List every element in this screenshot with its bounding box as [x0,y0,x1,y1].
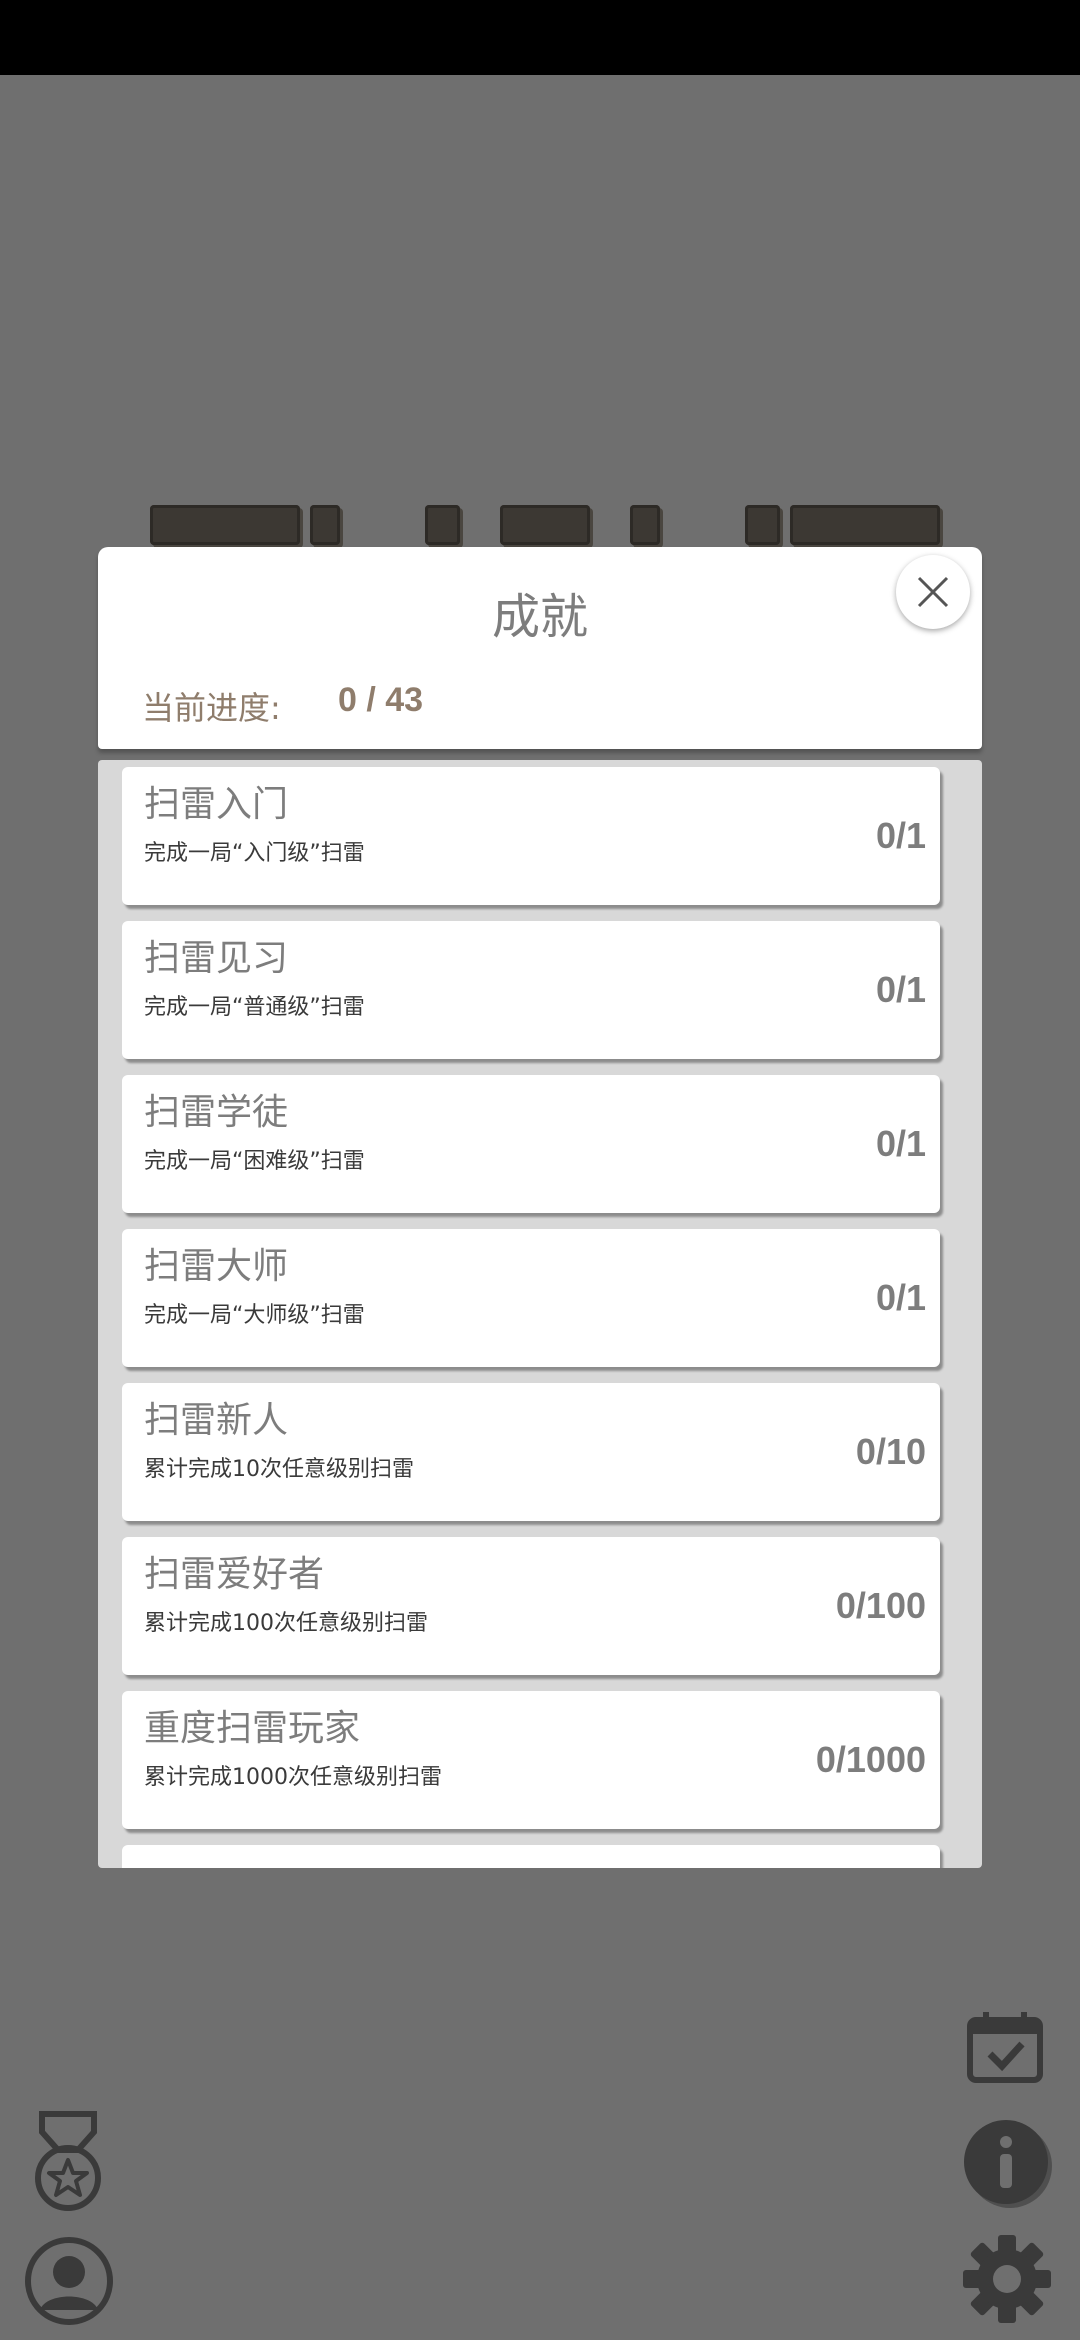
achievement-title: 扫雷爱好者 [144,1554,325,1595]
achievement-title: 扫雷见习 [144,938,289,979]
medal-icon [35,2111,101,2211]
close-button[interactable] [896,555,970,629]
achievement-card-partial [122,1845,940,1868]
dialog-title: 成就 [491,589,588,645]
info-button[interactable] [964,2120,1054,2210]
achievement-card: 扫雷见习 完成一局“普通级”扫雷 0/1 [122,921,940,1059]
achievement-progress: 0/1 [875,969,926,1010]
achievement-description: 完成一局“入门级”扫雷 [144,841,365,866]
achievement-card: 重度扫雷玩家 累计完成1000次任意级别扫雷 0/1000 [122,1691,940,1829]
achievement-card: 扫雷入门 完成一局“入门级”扫雷 0/1 [122,767,940,905]
profile-button[interactable] [24,2236,114,2326]
achievement-title: 扫雷大师 [144,1246,289,1287]
achievement-progress: 0/10 [855,1431,926,1472]
achievement-title: 扫雷新人 [144,1400,289,1441]
achievement-title: 扫雷学徒 [144,1092,289,1133]
achievement-description: 完成一局“大师级”扫雷 [144,1303,365,1328]
achievement-list[interactable]: 扫雷入门 完成一局“入门级”扫雷 0/1 扫雷见习 完成一局“普通级”扫雷 0/… [98,760,982,1868]
achievements-dialog-header: 成就 当前进度: 0 / 43 [98,547,982,749]
progress-label: 当前进度: [142,689,281,727]
achievement-description: 累计完成10次任意级别扫雷 [144,1457,414,1482]
daily-challenge-button[interactable] [966,2010,1044,2086]
achievement-description: 累计完成1000次任意级别扫雷 [144,1765,442,1790]
achievement-progress: 0/100 [835,1585,926,1626]
status-bar [0,0,1080,75]
achievement-card: 扫雷爱好者 累计完成100次任意级别扫雷 0/100 [122,1537,940,1675]
profile-icon [25,2237,113,2325]
gear-icon [963,2235,1051,2323]
achievement-progress: 0/1 [875,1277,926,1318]
achievement-title: 重度扫雷玩家 [144,1708,361,1749]
background-title-blocks [150,505,950,545]
achievement-progress: 0/1 [875,1123,926,1164]
achievement-card: 扫雷大师 完成一局“大师级”扫雷 0/1 [122,1229,940,1367]
achievement-description: 完成一局“普通级”扫雷 [144,995,365,1020]
achievement-title: 扫雷入门 [144,784,289,825]
achievement-progress: 0/1 [875,815,926,856]
settings-button[interactable] [960,2232,1054,2326]
calendar-check-icon [967,2012,1043,2083]
achievements-button[interactable] [30,2110,106,2214]
achievement-description: 累计完成100次任意级别扫雷 [144,1611,428,1636]
progress-value: 0 / 43 [338,681,424,719]
achievement-card: 扫雷学徒 完成一局“困难级”扫雷 0/1 [122,1075,940,1213]
close-icon [917,576,949,608]
achievement-description: 完成一局“困难级”扫雷 [144,1149,365,1174]
info-icon [964,2120,1052,2208]
achievement-card: 扫雷新人 累计完成10次任意级别扫雷 0/10 [122,1383,940,1521]
achievement-progress: 0/1000 [815,1739,926,1780]
